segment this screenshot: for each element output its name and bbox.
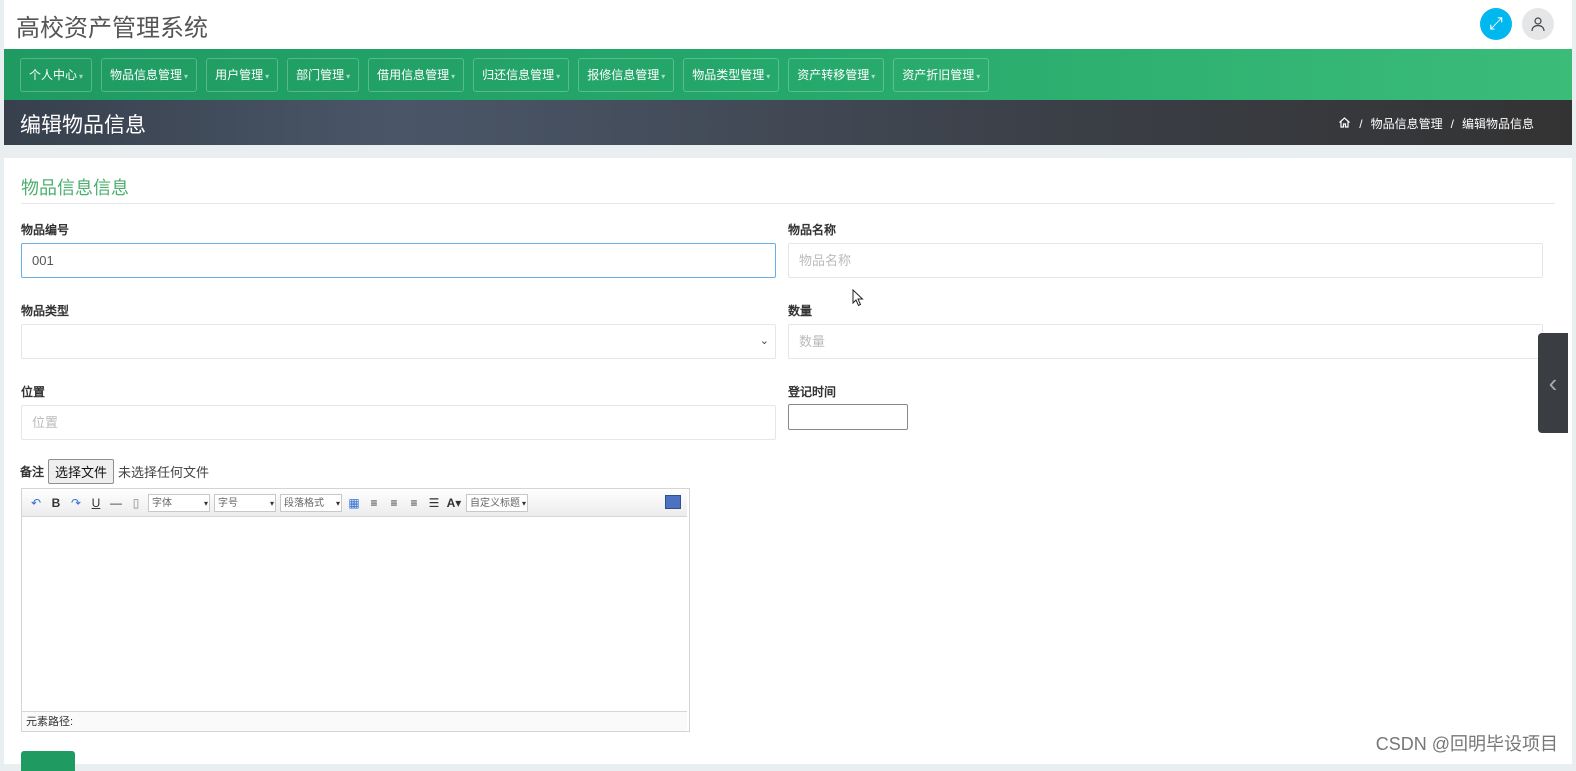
item-no-input[interactable]: 001 (21, 243, 776, 278)
nav-item-users[interactable]: 用户管理 ▾ (206, 58, 279, 92)
nav-item-departments[interactable]: 部门管理 ▾ (287, 58, 360, 92)
section-title: 物品信息信息 (21, 178, 129, 198)
location-input[interactable]: 位置 (21, 405, 776, 440)
item-name-input[interactable]: 物品名称 (788, 243, 1543, 278)
rich-text-editor: ↶ B ↷ U — ▯ 字体 ▾ 字号 ▾ 段落格式 ▾ ▦ ≡ ≡ ≡ ☰ A▾ 自… (21, 488, 690, 732)
expand-icon[interactable]: ⤢ (1480, 8, 1512, 40)
font-color-icon[interactable]: A▾ (446, 495, 462, 511)
mouse-cursor-icon (852, 289, 864, 307)
chevron-down-icon: ⌄ (759, 335, 769, 347)
item-type-label: 物品类型 (21, 304, 70, 318)
chevron-down-icon: ▾ (79, 72, 84, 81)
top-bar: 高校资产管理系统 ⤢ (4, 0, 1572, 49)
nav-item-repair[interactable]: 报修信息管理 ▾ (578, 58, 675, 92)
paste-icon[interactable]: ▯ (128, 495, 144, 511)
app-title: 高校资产管理系统 (16, 15, 208, 42)
breadcrumb-separator: / (1359, 116, 1363, 131)
chevron-down-icon: ▾ (871, 72, 876, 81)
font-size-select[interactable]: 字号 ▾ (214, 493, 276, 512)
chevron-down-icon: ▾ (346, 72, 351, 81)
align-justify-icon[interactable]: ☰ (426, 495, 442, 511)
file-status: 未选择任何文件 (118, 465, 210, 480)
bold-icon[interactable]: B (48, 495, 64, 511)
submit-button[interactable] (21, 751, 75, 771)
reg-time-label: 登记时间 (788, 385, 837, 399)
chevron-down-icon: ▾ (265, 72, 270, 81)
breadcrumb-item[interactable]: 物品信息管理 (1371, 115, 1443, 132)
remarks-label: 备注 (20, 465, 45, 479)
chevron-down-icon: ▾ (451, 72, 456, 81)
form-card: 物品信息信息 物品编号 001 物品名称 物品名称 物品类型 ⌄ 数量 数量 位… (4, 158, 1572, 771)
horizontal-rule-icon[interactable]: — (108, 495, 124, 511)
align-center-icon[interactable]: ≡ (406, 495, 422, 511)
chevron-left-icon[interactable]: ‹ (1538, 333, 1568, 433)
item-type-select[interactable]: ⌄ (21, 324, 776, 359)
home-icon[interactable] (1338, 116, 1351, 132)
item-name-label: 物品名称 (788, 223, 837, 237)
dropdown-arrow-icon: ▾ (521, 498, 526, 508)
chevron-down-icon: ▾ (184, 72, 189, 81)
dropdown-arrow-icon: ▾ (269, 498, 274, 508)
chevron-down-icon: ▾ (976, 72, 981, 81)
item-no-label: 物品编号 (21, 223, 70, 237)
editor-toolbar: ↶ B ↷ U — ▯ 字体 ▾ 字号 ▾ 段落格式 ▾ ▦ ≡ ≡ ≡ ☰ A▾ 自… (22, 489, 687, 517)
align-right-icon[interactable]: ≡ (386, 495, 402, 511)
dropdown-arrow-icon: ▾ (335, 498, 340, 508)
nav-item-personal-center[interactable]: 个人中心 ▾ (20, 58, 93, 92)
breadcrumb: / 物品信息管理 / 编辑物品信息 (1338, 115, 1534, 132)
main-nav: 个人中心 ▾ 物品信息管理 ▾ 用户管理 ▾ 部门管理 ▾ 借用信息管理 ▾ 归还信息管理… (4, 49, 1572, 100)
watermark: CSDN @回明毕设项目 (1375, 734, 1558, 754)
chevron-down-icon: ▾ (661, 72, 666, 81)
nav-item-return[interactable]: 归还信息管理 ▾ (473, 58, 570, 92)
table-icon[interactable]: ▦ (346, 495, 362, 511)
paragraph-format-select[interactable]: 段落格式 ▾ (280, 493, 342, 512)
user-icon[interactable] (1522, 8, 1554, 40)
reg-time-input[interactable] (788, 404, 908, 430)
custom-title-select[interactable]: 自定义标题 ▾ (466, 493, 528, 512)
nav-list: 个人中心 ▾ 物品信息管理 ▾ 用户管理 ▾ 部门管理 ▾ 借用信息管理 ▾ 归还信息管理… (20, 58, 990, 92)
element-path: 元素路径: (22, 711, 687, 731)
divider (21, 203, 1555, 204)
remarks-row: 备注 选择文件 未选择任何文件 (20, 459, 209, 484)
nav-item-asset-transfer[interactable]: 资产转移管理 ▾ (788, 58, 885, 92)
chevron-down-icon: ▾ (556, 72, 561, 81)
choose-file-button[interactable]: 选择文件 (48, 459, 115, 484)
dropdown-arrow-icon: ▾ (203, 498, 208, 508)
page-header: 编辑物品信息 / 物品信息管理 / 编辑物品信息 (4, 100, 1572, 145)
breadcrumb-separator: / (1450, 116, 1454, 131)
font-family-select[interactable]: 字体 ▾ (148, 493, 210, 512)
underline-icon[interactable]: U (88, 495, 104, 511)
nav-item-borrow[interactable]: 借用信息管理 ▾ (368, 58, 465, 92)
page-title: 编辑物品信息 (20, 114, 146, 137)
chevron-down-icon: ▾ (766, 72, 771, 81)
quantity-input[interactable]: 数量 (788, 324, 1543, 359)
nav-item-asset-depreciation[interactable]: 资产折旧管理 ▾ (893, 58, 990, 92)
redo-icon[interactable]: ↷ (68, 495, 84, 511)
quantity-label: 数量 (788, 304, 813, 318)
fullscreen-icon[interactable] (665, 495, 681, 509)
nav-item-item-info[interactable]: 物品信息管理 ▾ (101, 58, 198, 92)
align-left-icon[interactable]: ≡ (366, 495, 382, 511)
undo-icon[interactable]: ↶ (28, 495, 44, 511)
location-label: 位置 (21, 385, 46, 399)
nav-item-item-types[interactable]: 物品类型管理 ▾ (683, 58, 780, 92)
breadcrumb-item-current: 编辑物品信息 (1461, 117, 1534, 131)
